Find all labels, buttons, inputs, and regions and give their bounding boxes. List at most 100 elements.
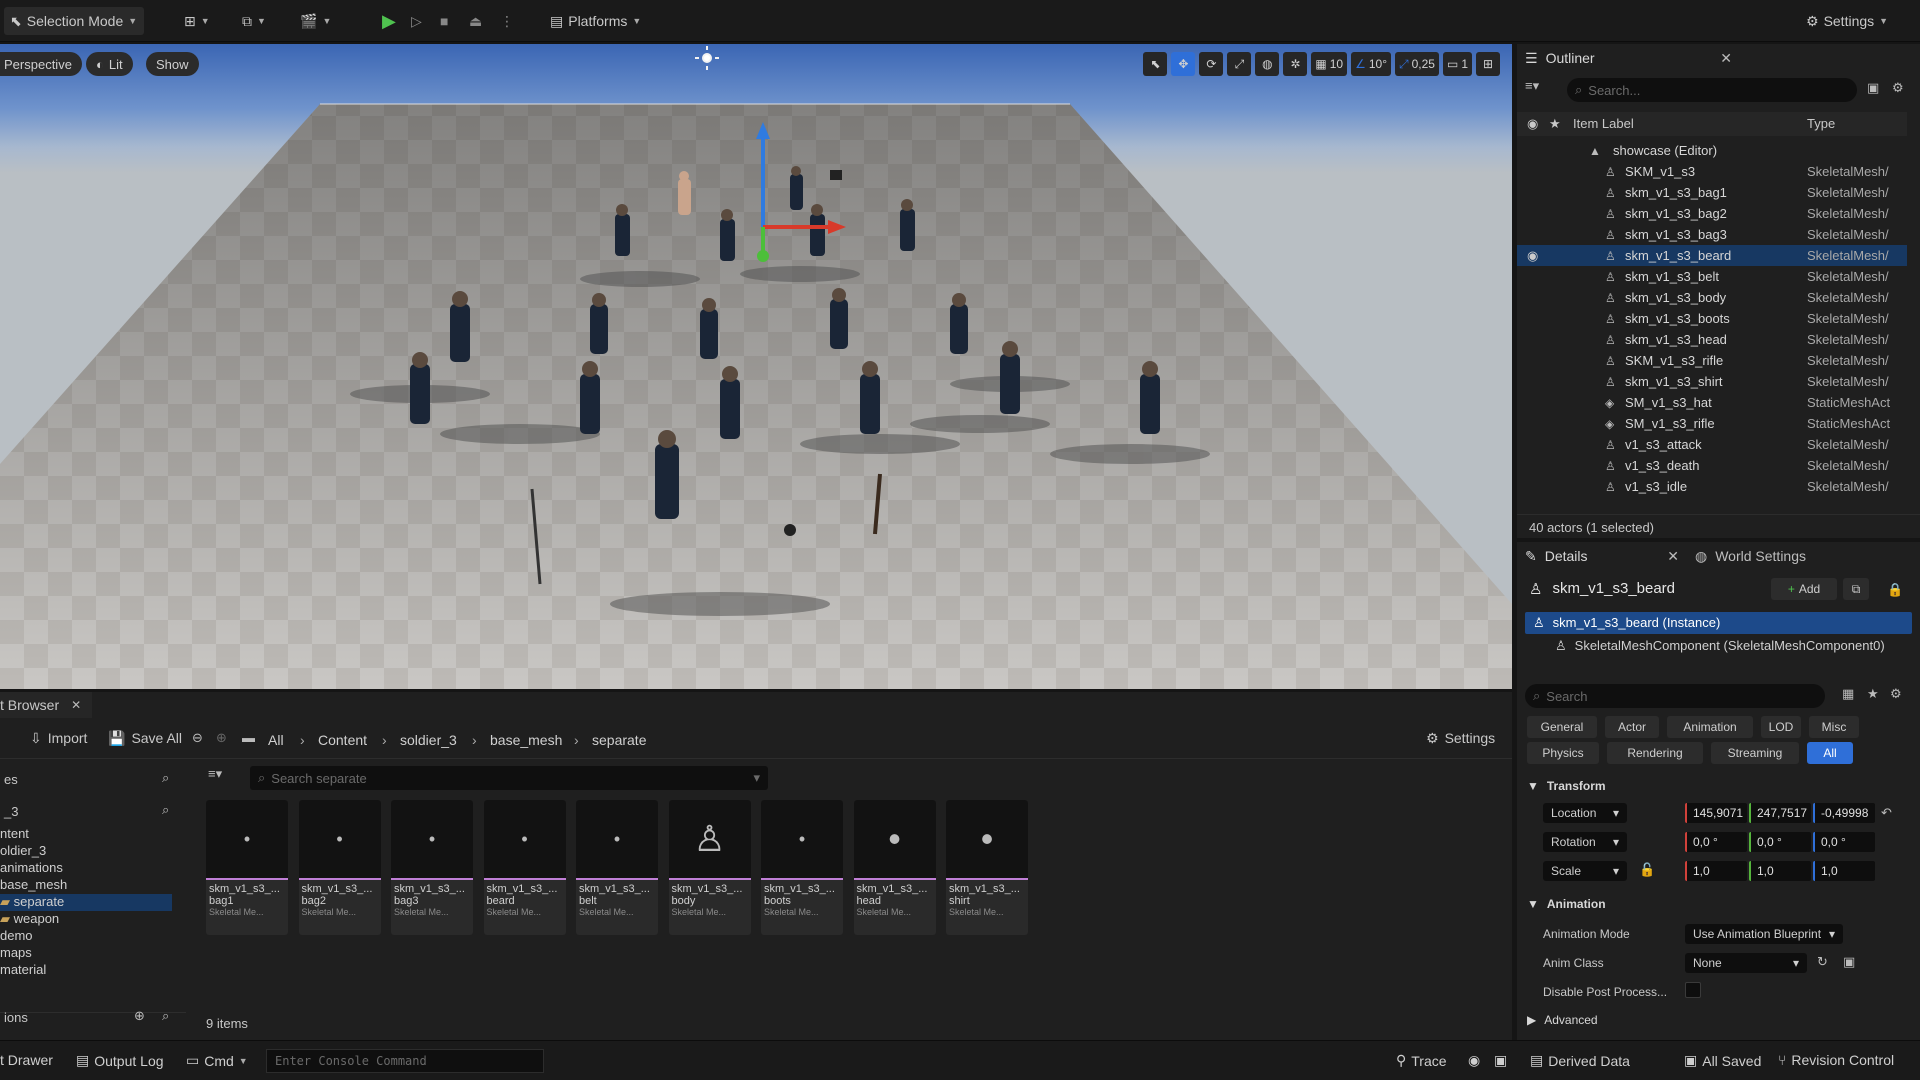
gear-icon[interactable]: ⚙ — [1890, 686, 1902, 702]
select-tool-button[interactable]: ⬉ — [1143, 52, 1168, 76]
asset-tile[interactable]: • skm_v1_s3_... bag2 Skeletal Me... — [298, 800, 381, 935]
anim-class-dropdown[interactable]: None ▾ — [1685, 953, 1807, 973]
selection-mode-dropdown[interactable]: ⬉ Selection Mode ▼ — [4, 7, 144, 35]
outliner-row[interactable]: ♙ v1_s3_attack SkeletalMesh/ — [1517, 434, 1907, 455]
folder-tree-item[interactable]: ntent — [0, 826, 172, 843]
platforms-dropdown[interactable]: ▤ Platforms ▼ — [544, 7, 647, 35]
folder-tree-item[interactable]: base_mesh — [0, 877, 172, 894]
outliner-row[interactable]: ♙ v1_s3_idle SkeletalMesh/ — [1517, 476, 1907, 497]
folder-tree-item[interactable]: oldier_3 — [0, 843, 172, 860]
breadcrumb-content[interactable]: Content — [318, 732, 367, 748]
category-actor[interactable]: Actor — [1605, 716, 1659, 738]
outliner-row[interactable]: ♙ SKM_v1_s3 SkeletalMesh/ — [1517, 161, 1907, 182]
asset-tile[interactable]: • skm_v1_s3_... beard Skeletal Me... — [483, 800, 566, 935]
content-browser-tab[interactable]: t Browser ✕ — [0, 692, 92, 718]
add-actor-button[interactable]: ⊞ ▼ — [178, 7, 216, 35]
lit-button[interactable]: ◐ Lit — [86, 52, 133, 76]
asset-tile[interactable]: • skm_v1_s3_... belt Skeletal Me... — [576, 800, 658, 935]
show-button[interactable]: Show — [146, 52, 199, 76]
play-options-button[interactable]: ⋮ — [494, 7, 520, 35]
scale-x-field[interactable]: 1,0 — [1685, 861, 1747, 881]
category-misc[interactable]: Misc — [1809, 716, 1859, 738]
close-icon[interactable]: ✕ — [71, 698, 81, 712]
type-header[interactable]: Type — [1807, 116, 1835, 131]
outliner-row[interactable]: ◉ ♙ skm_v1_s3_beard SkeletalMesh/ — [1517, 245, 1907, 266]
details-search-input[interactable]: ⌕ Search — [1525, 684, 1825, 708]
world-space-button[interactable]: ◍ — [1255, 52, 1280, 76]
use-selected-icon[interactable]: ↻ — [1817, 954, 1828, 970]
category-all[interactable]: All — [1807, 742, 1853, 764]
disable-post-process-checkbox[interactable] — [1685, 982, 1701, 998]
transform-section[interactable]: ▼ Transform — [1517, 774, 1907, 798]
blueprint-button[interactable]: ⧉ ▼ — [236, 7, 272, 35]
outliner-row[interactable]: ♙ skm_v1_s3_shirt SkeletalMesh/ — [1517, 371, 1907, 392]
asset-tile[interactable]: ♙ skm_v1_s3_... body Skeletal Me... — [668, 800, 751, 935]
derived-data-button[interactable]: ▤ Derived Data — [1530, 1052, 1630, 1069]
breadcrumb-base-mesh[interactable]: base_mesh — [490, 732, 562, 748]
star-icon[interactable]: ★ — [1867, 686, 1879, 702]
location-dropdown[interactable]: Location ▾ — [1543, 803, 1627, 823]
category-general[interactable]: General — [1527, 716, 1597, 738]
rotate-tool-button[interactable]: ⟳ — [1199, 52, 1224, 76]
asset-tile[interactable]: • skm_v1_s3_... shirt Skeletal Me... — [946, 800, 1028, 935]
scale-dropdown[interactable]: Scale ▾ — [1543, 861, 1627, 881]
world-row[interactable]: ▲ showcase (Editor) — [1517, 140, 1907, 161]
breadcrumb-separate[interactable]: separate — [592, 732, 646, 748]
settings-button[interactable]: ⚙ Settings ▼ — [1800, 7, 1894, 35]
outliner-row[interactable]: ♙ v1_s3_death SkeletalMesh/ — [1517, 455, 1907, 476]
import-button[interactable]: ⇩ Import — [30, 730, 87, 747]
scale-y-field[interactable]: 1,0 — [1749, 861, 1811, 881]
angle-snap-button[interactable]: ∠ 10° — [1351, 52, 1391, 76]
component-row[interactable]: ♙ SkeletalMeshComponent (SkeletalMeshComp… — [1555, 638, 1885, 654]
location-z-field[interactable]: -0,49998 — [1813, 803, 1875, 823]
insights-icon[interactable]: ◉ — [1468, 1052, 1480, 1069]
outliner-row[interactable]: ♙ skm_v1_s3_bag3 SkeletalMesh/ — [1517, 224, 1907, 245]
forward-icon[interactable]: ⊕ — [216, 730, 227, 746]
folder-tree-item[interactable]: animations — [0, 860, 172, 877]
instance-row[interactable]: ♙ skm_v1_s3_beard (Instance) — [1525, 612, 1912, 634]
level-viewport[interactable]: Perspective ◐ Lit Show ⬉ ✥ ⟳ ⤢ ◍ ✲ ▦ 10 ∠ 1… — [0, 44, 1512, 689]
perspective-button[interactable]: Perspective — [0, 52, 82, 76]
breadcrumb-soldier-3[interactable]: soldier_3 — [400, 732, 457, 748]
cb-settings-button[interactable]: ⚙ Settings — [1426, 730, 1495, 747]
world-settings-tab[interactable]: ◍ World Settings — [1687, 542, 1814, 570]
outliner-row[interactable]: ◈ SM_v1_s3_hat StaticMeshAct — [1517, 392, 1907, 413]
eye-icon[interactable]: ◉ — [1527, 248, 1538, 264]
folder-tree-item[interactable]: material — [0, 962, 172, 979]
search-icon[interactable]: ⌕ — [162, 802, 169, 818]
browse-icon[interactable]: ▣ — [1843, 954, 1855, 970]
cmd-dropdown[interactable]: ▭ Cmd ▼ — [186, 1052, 248, 1069]
outliner-row[interactable]: ♙ skm_v1_s3_head SkeletalMesh/ — [1517, 329, 1907, 350]
rotation-y-field[interactable]: 0,0 ° — [1749, 832, 1811, 852]
filter-icon[interactable]: ≡▾ — [208, 766, 222, 782]
search-icon[interactable]: ⌕ — [162, 1008, 169, 1024]
folder-tree-item[interactable]: maps — [0, 945, 172, 962]
eject-button[interactable]: ⏏ — [463, 7, 488, 35]
grid-snap-button[interactable]: ▦ 10 — [1311, 52, 1348, 76]
outliner-row[interactable]: ♙ SKM_v1_s3_rifle SkeletalMesh/ — [1517, 350, 1907, 371]
add-folder-icon[interactable]: ▣ — [1867, 80, 1879, 96]
scale-tool-button[interactable]: ⤢ — [1227, 52, 1252, 76]
table-view-icon[interactable]: ▦ — [1842, 686, 1854, 702]
lock-icon[interactable]: 🔓 — [1639, 862, 1655, 878]
save-all-button[interactable]: 💾 Save All — [108, 730, 182, 747]
back-icon[interactable]: ⊖ — [192, 730, 203, 746]
filter-icon[interactable]: ≡▾ — [1525, 78, 1539, 94]
add-collection-icon[interactable]: ⊕ — [134, 1008, 145, 1024]
category-lod[interactable]: LOD — [1761, 716, 1801, 738]
scale-snap-button[interactable]: ⤢ 0,25 — [1395, 52, 1439, 76]
advance-frame-button[interactable]: ▷ — [405, 7, 428, 35]
cinematics-button[interactable]: 🎬 ▼ — [294, 7, 337, 35]
translate-tool-button[interactable]: ✥ — [1171, 52, 1196, 76]
output-log-button[interactable]: ▤ Output Log — [76, 1052, 164, 1069]
category-rendering[interactable]: Rendering — [1607, 742, 1703, 764]
folder-tree-item[interactable]: demo — [0, 928, 172, 945]
location-y-field[interactable]: 247,7517 — [1749, 803, 1811, 823]
animation-mode-dropdown[interactable]: Use Animation Blueprint ▾ — [1685, 924, 1843, 944]
gear-icon[interactable]: ⚙ — [1892, 80, 1904, 96]
animation-section[interactable]: ▼ Animation — [1517, 892, 1907, 916]
close-icon[interactable]: ✕ — [1667, 548, 1679, 565]
folder-tree-item[interactable]: ▰ weapon — [0, 911, 172, 928]
layout-button[interactable]: ⊞ — [1476, 52, 1500, 76]
outliner-row[interactable]: ♙ skm_v1_s3_belt SkeletalMesh/ — [1517, 266, 1907, 287]
